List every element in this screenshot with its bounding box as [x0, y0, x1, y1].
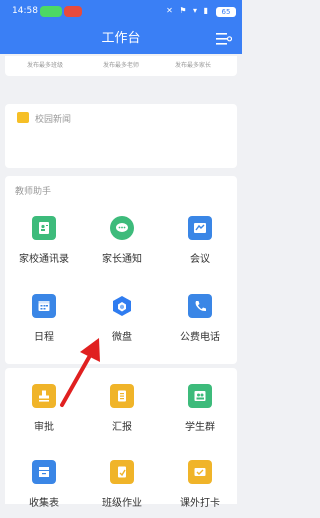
- app-tile-report[interactable]: 汇报: [83, 380, 161, 442]
- cloud-drive-icon: [110, 294, 134, 318]
- homework-icon: [110, 460, 134, 484]
- phone-icon: [188, 294, 212, 318]
- app-tile-label: 日程: [34, 332, 54, 343]
- app-tile-label: 课外打卡: [180, 498, 220, 509]
- report-icon: [110, 384, 134, 408]
- news-card[interactable]: 校园新闻: [5, 104, 237, 168]
- app-tile-schedule[interactable]: 日程: [5, 290, 83, 352]
- signal-icons: ✕ ⚑ ▾ ▮: [166, 6, 210, 15]
- app-tile-student-group[interactable]: 学生群: [161, 380, 239, 442]
- chat-icon: [110, 216, 134, 240]
- app-notification-icon: [64, 6, 82, 17]
- app-tile-label: 汇报: [112, 422, 132, 433]
- app-tile-label: 审批: [34, 422, 54, 433]
- news-label: 校园新闻: [35, 115, 72, 125]
- collection-form-icon: [32, 460, 56, 484]
- app-tile-approval[interactable]: 审批: [5, 380, 83, 442]
- app-tile-collection-form[interactable]: 收集表: [5, 456, 83, 518]
- app-tile-phone[interactable]: 公费电话: [161, 290, 239, 352]
- notice-item[interactable]: 发布最多家长: [175, 60, 211, 69]
- app-tile-contacts[interactable]: 家校通讯录: [5, 212, 83, 274]
- settings-menu-icon[interactable]: [216, 32, 232, 46]
- notice-item[interactable]: 发布最多班级: [27, 60, 63, 69]
- app-tile-micro-disk[interactable]: 微盘: [83, 290, 161, 352]
- app-tile-meeting[interactable]: 会议: [161, 212, 239, 274]
- status-bar: 14:58 ✕ ⚑ ▾ ▮ 65: [0, 0, 242, 24]
- app-tile-label: 班级作业: [102, 498, 142, 509]
- app-tile-label: 家长通知: [102, 254, 142, 265]
- app-tile-homework[interactable]: 班级作业: [83, 456, 161, 518]
- app-tile-label: 学生群: [185, 422, 215, 433]
- student-group-icon: [188, 384, 212, 408]
- app-tile-label: 微盘: [112, 332, 132, 343]
- app-tile-label: 收集表: [29, 498, 59, 509]
- approval-icon: [32, 384, 56, 408]
- calendar-icon: [32, 294, 56, 318]
- ranking-bar: 发布最多班级 发布最多老师 发布最多家长: [5, 56, 237, 76]
- contacts-icon: [32, 216, 56, 240]
- app-tile-label: 会议: [190, 254, 210, 265]
- meeting-icon: [188, 216, 212, 240]
- battery-icon: 65: [216, 7, 236, 17]
- app-bar: 工作台: [0, 24, 242, 54]
- notification-icon: [40, 6, 62, 17]
- news-icon: [17, 112, 29, 123]
- checkin-icon: [188, 460, 212, 484]
- teacher-assistant-section: 教师助手 家校通讯录 家长通知 会议 日程 微盘 公费电话: [5, 176, 237, 364]
- app-tile-label: 公费电话: [180, 332, 220, 343]
- page-title: 工作台: [101, 31, 141, 46]
- notice-item[interactable]: 发布最多老师: [103, 60, 139, 69]
- app-tile-parent-notice[interactable]: 家长通知: [83, 212, 161, 274]
- clock: 14:58: [12, 6, 38, 16]
- app-tile-label: 家校通讯录: [19, 254, 69, 265]
- section-heading: 教师助手: [15, 187, 52, 197]
- more-apps-section: 审批 汇报 学生群 收集表 班级作业 课外打卡: [5, 368, 239, 509]
- app-tile-checkin[interactable]: 课外打卡: [161, 456, 239, 518]
